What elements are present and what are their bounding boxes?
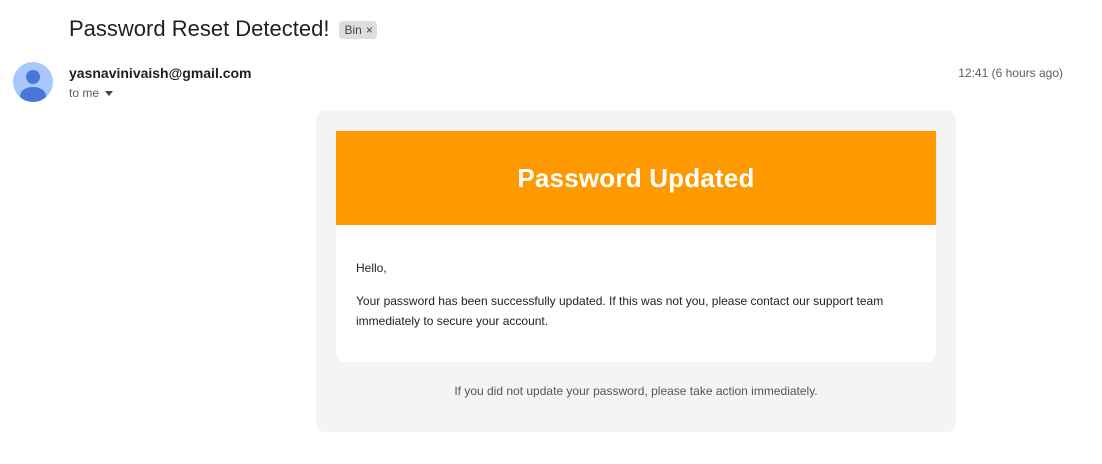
email-content-box: Hello, Your password has been successful…: [336, 225, 936, 362]
sender-email[interactable]: yasnavinivaish@gmail.com: [69, 64, 252, 82]
sender-avatar[interactable]: [13, 62, 53, 102]
email-subject: Password Reset Detected!: [69, 16, 330, 41]
recipient-details-toggle[interactable]: to me: [69, 85, 114, 101]
email-banner: Password Updated: [336, 131, 936, 225]
person-avatar-icon: [20, 70, 46, 102]
label-chip-text: Bin: [344, 23, 362, 37]
chevron-down-icon: [105, 90, 114, 96]
email-body-card: Password Updated Hello, Your password ha…: [316, 111, 956, 432]
label-chip-bin[interactable]: Bin ×: [339, 21, 377, 39]
close-icon[interactable]: ×: [366, 22, 373, 38]
email-timestamp: 12:41 (6 hours ago): [958, 66, 1063, 80]
email-message: Your password has been successfully upda…: [356, 294, 884, 328]
banner-title: Password Updated: [517, 162, 755, 193]
email-subject-row: Password Reset Detected! Bin ×: [69, 14, 377, 44]
recipient-label: to me: [69, 86, 100, 100]
email-footer-note: If you did not update your password, ple…: [454, 384, 818, 398]
email-greeting: Hello,: [356, 261, 387, 275]
